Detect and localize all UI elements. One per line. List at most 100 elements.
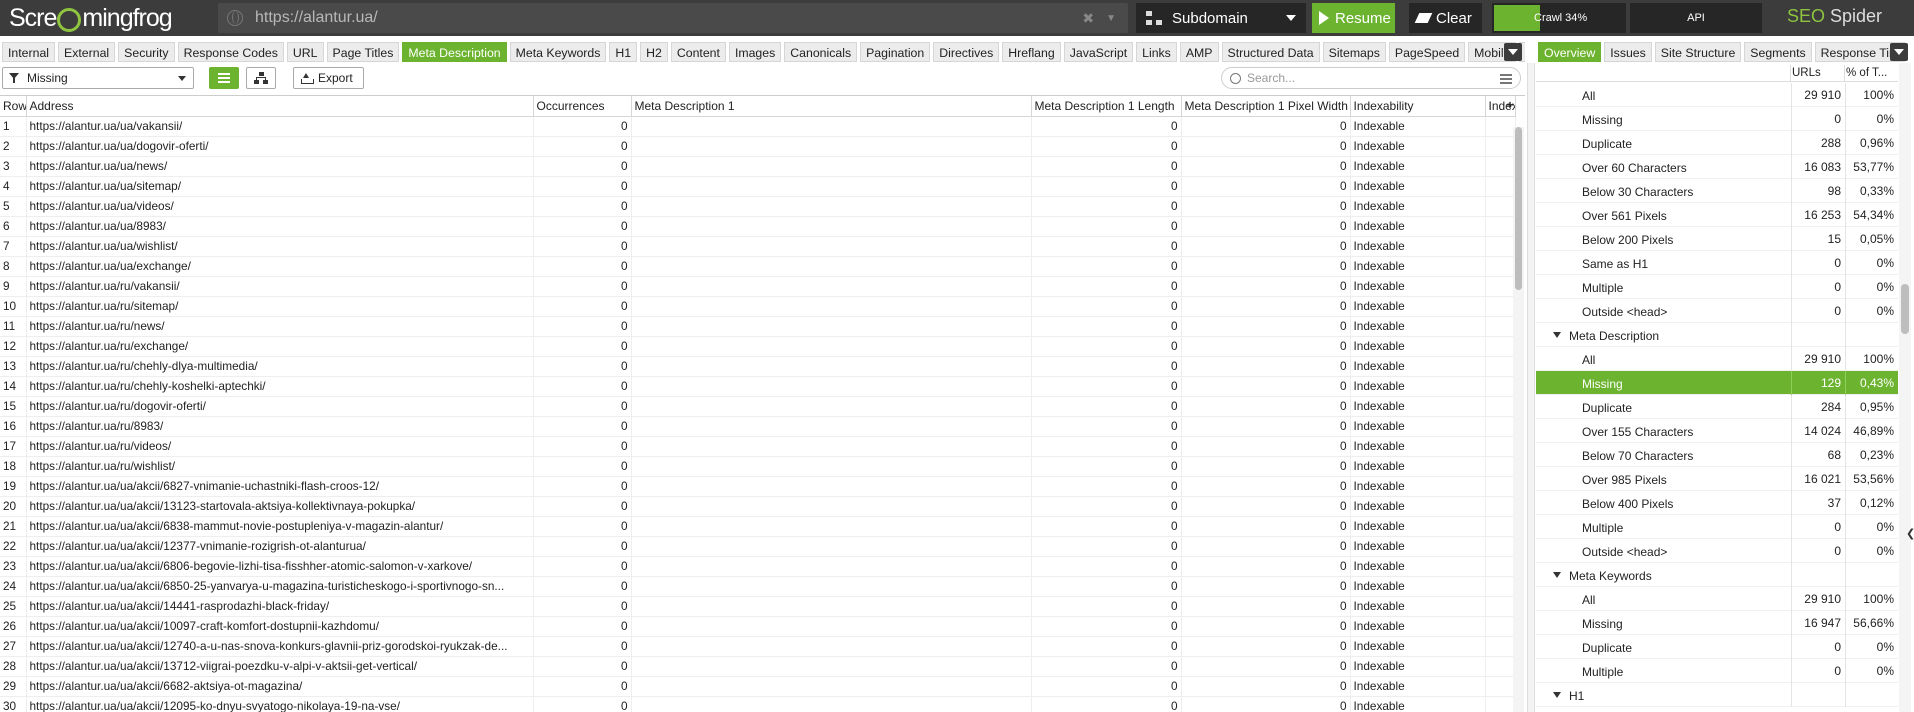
table-row[interactable]: 7 https://alantur.ua/ua/wishlist/0 0 0 Index… <box>0 236 1516 257</box>
tab-h2[interactable]: H2 <box>640 42 668 62</box>
column-header-meta-description-1-pixel-width[interactable]: Meta Description 1 Pixel Width <box>1181 96 1351 117</box>
tab-hreflang[interactable]: Hreflang <box>1002 42 1061 62</box>
column-header-indexability[interactable]: Indexability <box>1350 96 1486 117</box>
overview-item-missing[interactable]: Missing 0 0% <box>1536 107 1898 131</box>
overview-item-same-as-h1[interactable]: Same as H1 0 0% <box>1536 251 1898 275</box>
expand-triangle-icon[interactable] <box>1553 332 1561 338</box>
overview-item-all[interactable]: All 29 910 100% <box>1536 587 1898 611</box>
tab-meta-description[interactable]: Meta Description <box>402 42 507 62</box>
export-button[interactable]: Export <box>293 67 364 89</box>
tab-internal[interactable]: Internal <box>2 42 56 62</box>
table-row[interactable]: 28 https://alantur.ua/ua/akcii/13712-viig… <box>0 656 1516 677</box>
column-header-row[interactable]: Row <box>0 96 27 117</box>
tab-page-titles[interactable]: Page Titles <box>326 42 400 62</box>
table-row[interactable]: 16 https://alantur.ua/ru/8983/0 0 0 Indexabl… <box>0 416 1516 437</box>
table-row[interactable]: 17 https://alantur.ua/ru/videos/0 0 0 Indexa… <box>0 436 1516 457</box>
url-bar[interactable]: https://alantur.ua/ ✖ ▼ <box>218 3 1128 33</box>
overview-item-below-30-characters[interactable]: Below 30 Characters 98 0,33% <box>1536 179 1898 203</box>
overview-item-over-155-characters[interactable]: Over 155 Characters 14 024 46,89% <box>1536 419 1898 443</box>
tab-pagination[interactable]: Pagination <box>860 42 931 62</box>
overview-item-all[interactable]: All 29 910 100% <box>1536 347 1898 371</box>
overview-item-duplicate[interactable]: Duplicate 284 0,95% <box>1536 395 1898 419</box>
overview-item-outside-head[interactable]: Outside <head> 0 0% <box>1536 539 1898 563</box>
table-row[interactable]: 8 https://alantur.ua/ua/exchange/0 0 0 Index… <box>0 256 1516 277</box>
table-row[interactable]: 19 https://alantur.ua/ua/akcii/6827-vnima… <box>0 476 1516 497</box>
overview-item-missing[interactable]: Missing 129 0,43% <box>1536 371 1898 395</box>
table-row[interactable]: 1 https://alantur.ua/ua/vakansii/0 0 0 Index… <box>0 116 1516 137</box>
overview-item-duplicate[interactable]: Duplicate 288 0,96% <box>1536 131 1898 155</box>
column-header-address[interactable]: Address <box>26 96 534 117</box>
table-row[interactable]: 25 https://alantur.ua/ua/akcii/14441-rasp… <box>0 596 1516 617</box>
overview-item-below-400-pixels[interactable]: Below 400 Pixels 37 0,12% <box>1536 491 1898 515</box>
table-row[interactable]: 26 https://alantur.ua/ua/akcii/10097-craf… <box>0 616 1516 637</box>
overview-item-below-200-pixels[interactable]: Below 200 Pixels 15 0,05% <box>1536 227 1898 251</box>
tab-structured-data[interactable]: Structured Data <box>1221 42 1320 62</box>
overview-scrollbar[interactable] <box>1899 63 1911 712</box>
table-row[interactable]: 9 https://alantur.ua/ru/vakansii/0 0 0 Index… <box>0 276 1516 297</box>
table-row[interactable]: 23 https://alantur.ua/ua/akcii/6806-begov… <box>0 556 1516 577</box>
more-side-tabs-chevron-icon[interactable] <box>1890 43 1908 61</box>
crawl-mode-select[interactable]: Subdomain <box>1136 3 1306 33</box>
tree-view-button[interactable] <box>246 67 276 89</box>
column-header-meta-description-1-length[interactable]: Meta Description 1 Length <box>1031 96 1182 117</box>
clear-url-icon[interactable]: ✖ <box>1082 10 1094 27</box>
overview-group-h1[interactable]: H1 <box>1536 683 1898 707</box>
overview-group-meta-keywords[interactable]: Meta Keywords <box>1536 563 1898 587</box>
tab-javascript[interactable]: JavaScript <box>1063 42 1134 62</box>
tab-url[interactable]: URL <box>286 42 324 62</box>
tab-amp[interactable]: AMP <box>1179 42 1219 62</box>
panel-splitter[interactable] <box>1527 63 1535 712</box>
side-tab-site-structure[interactable]: Site Structure <box>1654 42 1742 62</box>
table-row[interactable]: 30 https://alantur.ua/ua/akcii/12095-ko-d… <box>0 696 1516 712</box>
expand-triangle-icon[interactable] <box>1553 572 1561 578</box>
overview-item-below-70-characters[interactable]: Below 70 Characters 68 0,23% <box>1536 443 1898 467</box>
resume-button[interactable]: Resume <box>1312 3 1395 33</box>
tab-sitemaps[interactable]: Sitemaps <box>1322 42 1386 62</box>
table-row[interactable]: 24 https://alantur.ua/ua/akcii/6850-25-ya… <box>0 576 1516 597</box>
column-header-meta-description-1[interactable]: Meta Description 1 <box>631 96 1032 117</box>
overview-item-multiple[interactable]: Multiple 0 0% <box>1536 275 1898 299</box>
overview-item-missing[interactable]: Missing 16 947 56,66% <box>1536 611 1898 635</box>
tab-canonicals[interactable]: Canonicals <box>784 42 858 62</box>
overview-scrollbar-thumb[interactable] <box>1901 284 1909 334</box>
table-row[interactable]: 4 https://alantur.ua/ua/sitemap/0 0 0 Indexa… <box>0 176 1516 197</box>
tab-h1[interactable]: H1 <box>609 42 638 62</box>
resize-handle-icon[interactable]: ❮ <box>1906 527 1914 541</box>
column-header-occurrences[interactable]: Occurrences <box>533 96 632 117</box>
tab-response-codes[interactable]: Response Codes <box>177 42 284 62</box>
overview-item-over-561-pixels[interactable]: Over 561 Pixels 16 253 54,34% <box>1536 203 1898 227</box>
url-input[interactable]: https://alantur.ua/ <box>255 9 1082 27</box>
table-row[interactable]: 10 https://alantur.ua/ru/sitemap/0 0 0 Index… <box>0 296 1516 317</box>
side-tab-segments[interactable]: Segments <box>1744 42 1812 62</box>
more-tabs-chevron-icon[interactable] <box>1504 43 1522 61</box>
table-row[interactable]: 27 https://alantur.ua/ua/akcii/12740-a-u-… <box>0 636 1516 657</box>
overview-item-over-985-pixels[interactable]: Over 985 Pixels 16 021 53,56% <box>1536 467 1898 491</box>
overview-group-meta-description[interactable]: Meta Description <box>1536 323 1898 347</box>
tab-security[interactable]: Security <box>118 42 175 62</box>
tab-external[interactable]: External <box>58 42 116 62</box>
filter-select[interactable]: Missing <box>2 67 194 89</box>
table-row[interactable]: 15 https://alantur.ua/ru/dogovir-oferti/0… <box>0 396 1516 417</box>
table-row[interactable]: 2 https://alantur.ua/ua/dogovir-oferti/0 0… <box>0 136 1516 157</box>
table-row[interactable]: 13 https://alantur.ua/ru/chehly-dlya-mult… <box>0 356 1516 377</box>
table-row[interactable]: 22 https://alantur.ua/ua/akcii/12377-vnim… <box>0 536 1516 557</box>
side-tab-issues[interactable]: Issues <box>1604 42 1652 62</box>
table-row[interactable]: 6 https://alantur.ua/ua/8983/0 0 0 Indexable <box>0 216 1516 237</box>
tab-images[interactable]: Images <box>728 42 782 62</box>
overview-item-all[interactable]: All 29 910 100% <box>1536 83 1898 107</box>
tab-pagespeed[interactable]: PageSpeed <box>1388 42 1466 62</box>
tab-content[interactable]: Content <box>670 42 726 62</box>
urls-column-header[interactable]: URLs <box>1792 67 1821 79</box>
column-header-index[interactable]: Index <box>1485 96 1516 117</box>
search-options-icon[interactable] <box>1500 73 1512 84</box>
table-row[interactable]: 20 https://alantur.ua/ua/akcii/13123-star… <box>0 496 1516 517</box>
table-row[interactable]: 3 https://alantur.ua/ua/news/0 0 0 Indexable <box>0 156 1516 177</box>
table-row[interactable]: 29 https://alantur.ua/ua/akcii/6682-aktsi… <box>0 676 1516 697</box>
api-button[interactable]: API <box>1630 3 1762 33</box>
table-row[interactable]: 21 https://alantur.ua/ua/akcii/6838-mammu… <box>0 516 1516 537</box>
overview-item-multiple[interactable]: Multiple 0 0% <box>1536 659 1898 683</box>
clear-button[interactable]: Clear <box>1409 3 1482 33</box>
list-view-button[interactable] <box>209 67 239 89</box>
overview-item-multiple[interactable]: Multiple 0 0% <box>1536 515 1898 539</box>
table-row[interactable]: 18 https://alantur.ua/ru/wishlist/0 0 0 Inde… <box>0 456 1516 477</box>
